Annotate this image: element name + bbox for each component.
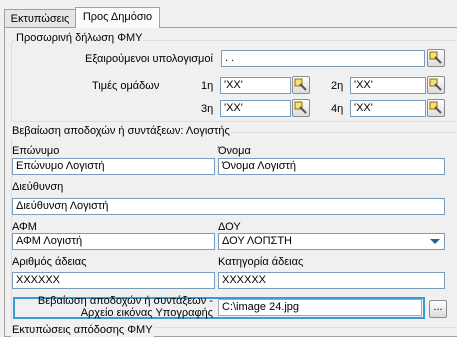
license-cat-label: Κατηγορία άδειας	[218, 256, 304, 268]
group4-lookup-button[interactable]	[427, 99, 445, 117]
license-no-field[interactable]: XXXXXX	[12, 272, 215, 289]
signature-label-2: Αρχείο εικόνας Υπογραφής	[80, 307, 213, 319]
group4-field[interactable]: 'XX'	[350, 100, 426, 117]
signature-file-field[interactable]: C:\image 24.jpg	[218, 299, 422, 316]
pencil-search-icon	[429, 78, 442, 91]
accountant-group-title: Βεβαίωση αποδοχών ή συντάξεων: Λογιστής	[11, 125, 231, 138]
tab-panel: Προσωρινή δήλωση ΦΜΥ Εξαιρούμενοι υπολογ…	[4, 27, 457, 337]
group2-lookup-button[interactable]	[427, 76, 445, 94]
group1-label: 1η	[201, 80, 214, 92]
groups-label: Τιμές ομάδων	[92, 80, 160, 92]
fmy-group-title: Προσωρινή δήλωση ΦΜΥ	[15, 32, 144, 45]
group3-field[interactable]: 'XX'	[220, 100, 291, 117]
license-cat-field[interactable]: XXXXXX	[218, 272, 445, 289]
group3-label: 3η	[201, 103, 214, 115]
exempt-label: Εξαιρούμενοι υπολογισμοί	[85, 53, 213, 65]
license-no-label: Αριθμός άδειας	[12, 256, 87, 268]
pencil-search-icon	[294, 78, 307, 91]
surname-label: Επώνυμο	[12, 145, 60, 157]
doy-select-value: ΔΟΥ ΛΟΠΣΤΗ	[222, 235, 292, 247]
tab-to-public-label: Προς Δημόσιο	[82, 11, 153, 23]
surname-field[interactable]: Επώνυμο Λογιστή	[12, 158, 215, 175]
doy-label: ΔΟΥ	[218, 221, 241, 233]
group4-label: 4η	[331, 103, 344, 115]
afm-field[interactable]: ΑΦΜ Λογιστή	[12, 233, 215, 250]
tab-prints-label: Εκτυπώσεις	[10, 13, 70, 25]
group1-lookup-button[interactable]	[292, 76, 310, 94]
name-field[interactable]: Όνομα Λογιστή	[218, 158, 445, 175]
pencil-search-icon	[429, 51, 442, 64]
name-label: Όνομα	[218, 145, 251, 157]
address-field[interactable]: Διεύθυνση Λογιστή	[12, 198, 445, 215]
tab-to-public[interactable]: Προς Δημόσιο	[75, 7, 160, 28]
group2-field[interactable]: 'XX'	[350, 77, 426, 94]
afm-label: ΑΦΜ	[12, 221, 37, 233]
exempt-field[interactable]: . .	[221, 50, 425, 67]
address-label: Διεύθυνση	[12, 181, 64, 193]
tab-prints[interactable]: Εκτυπώσεις	[4, 9, 76, 28]
pencil-search-icon	[429, 101, 442, 114]
exempt-lookup-button[interactable]	[427, 49, 445, 67]
group1-field[interactable]: 'XX'	[220, 77, 291, 94]
group2-label: 2η	[331, 80, 344, 92]
group3-lookup-button[interactable]	[292, 99, 310, 117]
pencil-search-icon	[294, 101, 307, 114]
doy-select[interactable]: ΔΟΥ ΛΟΠΣΤΗ	[218, 233, 445, 250]
chevron-down-icon[interactable]	[430, 239, 440, 244]
browse-button[interactable]: ...	[429, 300, 447, 318]
